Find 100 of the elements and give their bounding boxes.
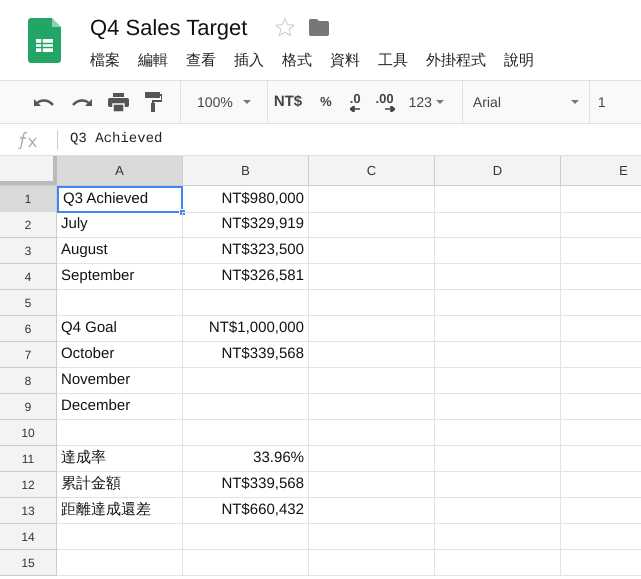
empty-cell[interactable] xyxy=(435,446,561,472)
row-header[interactable]: 14 xyxy=(0,524,57,550)
row-header[interactable]: 10 xyxy=(0,420,57,446)
empty-cell[interactable] xyxy=(309,472,435,498)
empty-cell[interactable] xyxy=(309,212,435,238)
column-header[interactable]: A xyxy=(57,156,183,185)
menu-item[interactable]: 資料 xyxy=(330,50,360,72)
table-cell[interactable]: NT$339,568 xyxy=(183,472,309,498)
document-title[interactable]: Q4 Sales Target xyxy=(90,10,248,44)
star-icon[interactable] xyxy=(275,18,296,36)
increase-decimals-button[interactable]: .00 xyxy=(374,92,395,112)
row-header[interactable]: 9 xyxy=(0,394,57,420)
table-cell[interactable]: November xyxy=(57,368,183,394)
empty-cell[interactable] xyxy=(183,290,309,316)
empty-cell[interactable] xyxy=(309,368,435,394)
row-header[interactable]: 2 xyxy=(0,212,57,238)
table-cell[interactable]: NT$1,000,000 xyxy=(183,316,309,342)
empty-cell[interactable] xyxy=(309,524,435,550)
empty-cell[interactable] xyxy=(309,420,435,446)
empty-cell[interactable] xyxy=(309,238,435,264)
empty-cell[interactable] xyxy=(309,186,435,212)
table-cell[interactable]: 達成率 xyxy=(57,446,183,472)
table-cell[interactable]: 33.96% xyxy=(183,446,309,472)
empty-cell[interactable] xyxy=(435,550,561,576)
table-cell[interactable]: July xyxy=(57,212,183,238)
percent-format-button[interactable]: % xyxy=(316,92,336,112)
row-header[interactable]: 7 xyxy=(0,342,57,368)
menu-item[interactable]: 說明 xyxy=(504,50,534,72)
row-header[interactable]: 13 xyxy=(0,498,57,524)
currency-format-button[interactable]: NT$ xyxy=(274,90,302,114)
empty-cell[interactable] xyxy=(309,446,435,472)
empty-cell[interactable] xyxy=(309,498,435,524)
empty-cell[interactable] xyxy=(435,212,561,238)
table-cell[interactable]: NT$323,500 xyxy=(183,238,309,264)
table-cell[interactable]: NT$339,568 xyxy=(183,342,309,368)
menu-item[interactable]: 外掛程式 xyxy=(426,50,486,72)
undo-icon[interactable] xyxy=(34,97,55,107)
empty-cell[interactable] xyxy=(435,264,561,290)
row-header[interactable]: 12 xyxy=(0,472,57,498)
empty-cell[interactable] xyxy=(183,524,309,550)
caret-icon xyxy=(570,100,579,104)
empty-cell[interactable] xyxy=(183,550,309,576)
table-cell[interactable]: Q4 Goal xyxy=(57,316,183,342)
empty-cell[interactable] xyxy=(309,264,435,290)
empty-cell[interactable] xyxy=(309,394,435,420)
table-cell[interactable]: Q3 Achieved xyxy=(57,186,183,212)
empty-cell[interactable] xyxy=(435,420,561,446)
empty-cell[interactable] xyxy=(183,394,309,420)
spreadsheet-logo-icon[interactable] xyxy=(28,18,61,63)
menu-item[interactable]: 插入 xyxy=(234,50,264,72)
empty-cell[interactable] xyxy=(183,420,309,446)
paint-roller-icon[interactable] xyxy=(145,92,162,112)
menu-item[interactable]: 編輯 xyxy=(138,50,168,72)
row-header[interactable]: 4 xyxy=(0,264,57,290)
empty-cell[interactable] xyxy=(309,316,435,342)
decrease-decimals-button[interactable]: .0 xyxy=(350,92,361,112)
table-cell[interactable]: October xyxy=(57,342,183,368)
font-size-dropdown[interactable]: 1 xyxy=(598,92,606,112)
table-cell[interactable]: 距離達成還差 xyxy=(57,498,183,524)
table-cell[interactable]: September xyxy=(57,264,183,290)
menu-item[interactable]: 工具 xyxy=(378,50,408,72)
row-header[interactable]: 1 xyxy=(0,186,57,212)
empty-cell[interactable] xyxy=(435,316,561,342)
empty-cell[interactable] xyxy=(435,368,561,394)
menu-item[interactable]: 檔案 xyxy=(90,50,120,72)
empty-cell[interactable] xyxy=(435,472,561,498)
number-format-dropdown[interactable]: 123 xyxy=(408,92,444,112)
empty-cell[interactable] xyxy=(435,498,561,524)
menu-item[interactable]: 格式 xyxy=(282,50,312,72)
empty-cell[interactable] xyxy=(183,368,309,394)
empty-cell[interactable] xyxy=(309,342,435,368)
folder-icon[interactable] xyxy=(309,18,330,36)
table-cell[interactable]: August xyxy=(57,238,183,264)
row-header[interactable]: 3 xyxy=(0,238,57,264)
formula-input[interactable]: Q3 Achieved xyxy=(70,129,162,150)
table-cell[interactable]: NT$329,919 xyxy=(183,212,309,238)
table-cell[interactable]: NT$326,581 xyxy=(183,264,309,290)
empty-cell[interactable] xyxy=(435,342,561,368)
empty-cell[interactable] xyxy=(309,550,435,576)
row-header[interactable]: 5 xyxy=(0,290,57,316)
empty-cell[interactable] xyxy=(435,290,561,316)
empty-cell[interactable] xyxy=(435,394,561,420)
row-header[interactable]: 6 xyxy=(0,316,57,342)
zoom-dropdown[interactable]: 100% xyxy=(195,92,253,112)
menu-item[interactable]: 查看 xyxy=(186,50,216,72)
empty-cell[interactable] xyxy=(435,524,561,550)
print-icon[interactable] xyxy=(108,92,129,112)
table-cell[interactable]: NT$660,432 xyxy=(183,498,309,524)
select-all-corner[interactable] xyxy=(0,156,57,185)
empty-cell[interactable] xyxy=(435,186,561,212)
empty-cell[interactable] xyxy=(435,238,561,264)
table-cell[interactable]: NT$980,000 xyxy=(183,186,309,212)
row-header[interactable]: 8 xyxy=(0,368,57,394)
table-cell[interactable]: 累計金額 xyxy=(57,472,183,498)
redo-icon[interactable] xyxy=(71,97,92,107)
row-header[interactable]: 11 xyxy=(0,446,57,472)
empty-cell[interactable] xyxy=(309,290,435,316)
row-header[interactable]: 15 xyxy=(0,550,57,576)
table-cell[interactable]: December xyxy=(57,394,183,420)
font-dropdown[interactable]: Arial xyxy=(472,92,579,112)
